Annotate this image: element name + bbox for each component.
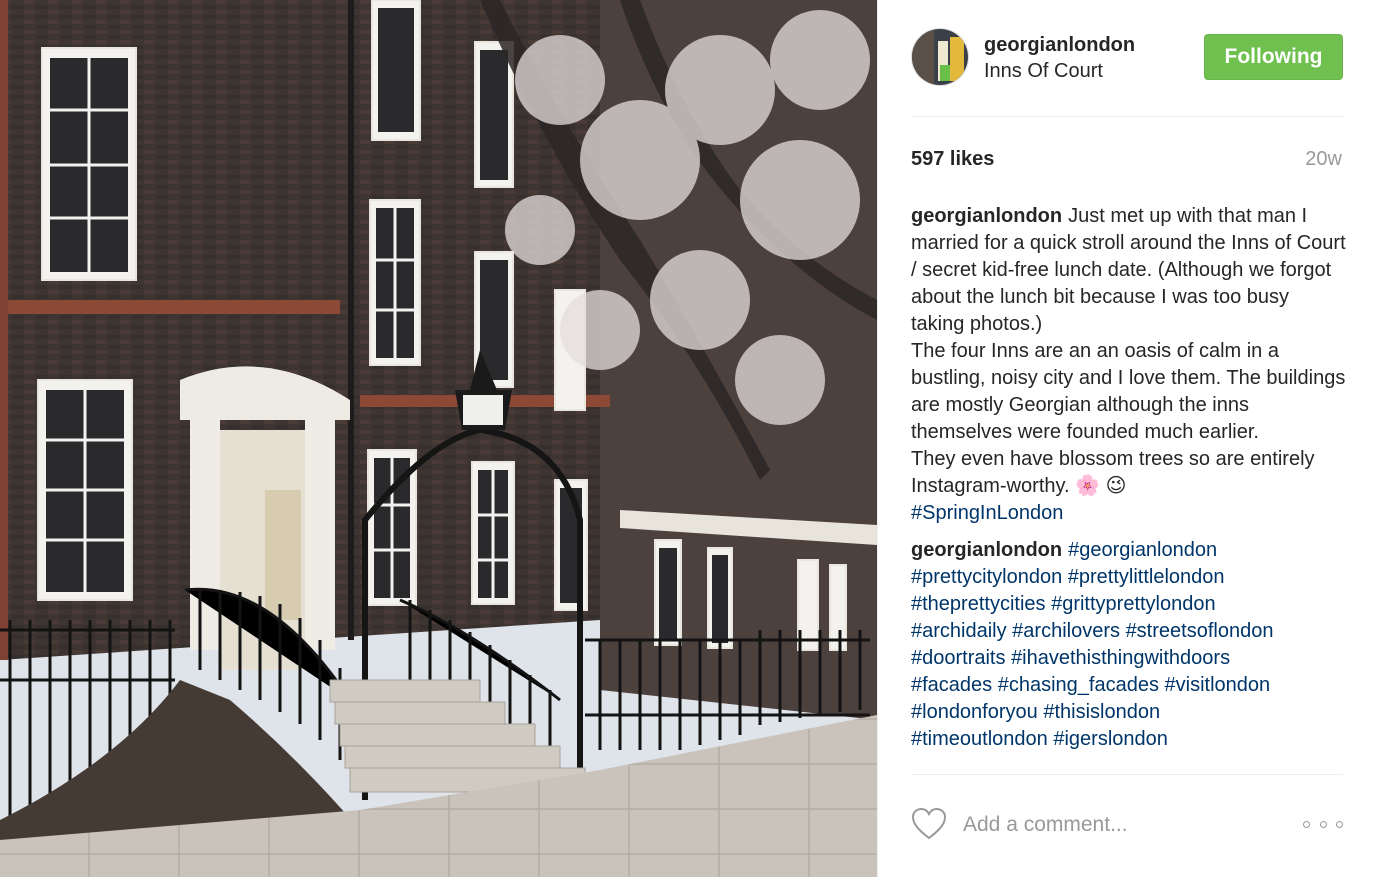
hashtag-link[interactable]: #archidaily (911, 620, 1007, 642)
avatar-image (912, 29, 968, 85)
post-timestamp[interactable]: 20w (1305, 148, 1342, 171)
hashtag-link[interactable]: #facades (911, 674, 992, 696)
street-photo (0, 0, 877, 877)
comment-text: Just met up with that man I married for … (911, 205, 1346, 497)
post-header: georgianlondon Inns Of Court Following (911, 28, 1343, 88)
comment-author[interactable]: georgianlondon (911, 539, 1062, 561)
more-options-icon[interactable] (1303, 812, 1343, 836)
comment-author[interactable]: georgianlondon (911, 205, 1062, 227)
hashtag-link[interactable]: #igerslondon (1053, 728, 1168, 750)
hashtag-link[interactable]: #SpringInLondon (911, 502, 1063, 524)
footer-divider (911, 774, 1343, 775)
likes-count[interactable]: 597 likes (911, 148, 994, 171)
hashtag-link[interactable]: #prettylittlelondon (1068, 566, 1225, 588)
hashtag-link[interactable]: #thisislondon (1043, 701, 1160, 723)
hashtag-link[interactable]: #ihavethisthingwithdoors (1011, 647, 1230, 669)
hashtag-link[interactable]: #londonforyou (911, 701, 1038, 723)
heart-icon[interactable] (911, 807, 947, 841)
post-username[interactable]: georgianlondon (984, 34, 1135, 57)
hashtag-link[interactable]: #streetsoflondon (1126, 620, 1274, 642)
comment-footer (911, 800, 1343, 850)
hashtag-link[interactable]: #chasing_facades (998, 674, 1159, 696)
dot-icon (1319, 820, 1327, 828)
hashtags-comment: georgianlondon #georgianlondon #prettycit… (911, 537, 1347, 753)
post-location[interactable]: Inns Of Court (984, 60, 1103, 83)
hashtag-link[interactable]: #timeoutlondon (911, 728, 1048, 750)
following-button[interactable]: Following (1204, 34, 1343, 80)
post-details-panel: georgianlondon Inns Of Court Following 5… (877, 0, 1380, 877)
post-photo[interactable] (0, 0, 877, 877)
hashtag-link[interactable]: #visitlondon (1165, 674, 1271, 696)
add-comment-input[interactable] (963, 810, 1283, 840)
header-divider (911, 116, 1343, 117)
hashtag-link[interactable]: #theprettycities (911, 593, 1046, 615)
avatar[interactable] (911, 28, 969, 86)
hashtag-link[interactable]: #georgianlondon (1068, 539, 1217, 561)
hashtag-link[interactable]: #grittyprettylondon (1051, 593, 1216, 615)
comments-list[interactable]: georgianlondon Just met up with that man … (911, 203, 1347, 771)
caption-comment: georgianlondon Just met up with that man … (911, 203, 1347, 527)
dot-icon (1303, 820, 1310, 828)
dot-icon (1336, 820, 1343, 828)
hashtag-link[interactable]: #prettycitylondon (911, 566, 1062, 588)
hashtag-link[interactable]: #archilovers (1012, 620, 1120, 642)
hashtag-link[interactable]: #doortraits (911, 647, 1006, 669)
